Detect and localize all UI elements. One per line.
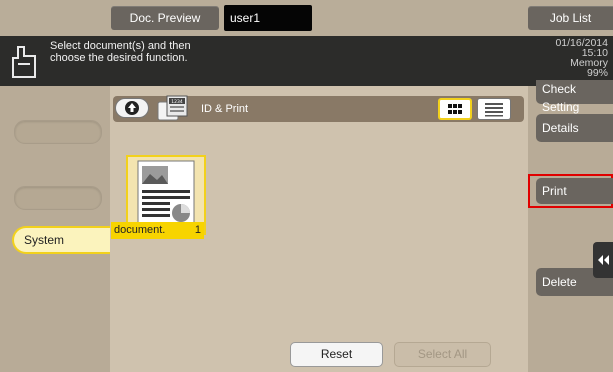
print-button-highlight[interactable]: Print xyxy=(528,174,613,208)
up-folder-button[interactable] xyxy=(115,98,149,118)
select-all-button: Select All xyxy=(394,342,491,367)
user-box-folder-icon: 1234 xyxy=(157,95,188,121)
status-info: 01/16/2014 15:10 Memory 99% xyxy=(555,38,608,79)
left-panel: System xyxy=(0,86,116,372)
thumbnail-view-button[interactable] xyxy=(438,98,472,120)
expand-panel-button[interactable] xyxy=(593,242,613,278)
doc-preview-button[interactable]: Doc. Preview xyxy=(111,6,219,30)
menu-item-disabled xyxy=(536,146,613,172)
menu-item-disabled-2 xyxy=(536,214,613,240)
user-name-display: user1 xyxy=(224,5,312,31)
grid-icon xyxy=(448,104,462,114)
details-button[interactable]: Details xyxy=(536,114,613,142)
instruction-text: Select document(s) and then choose the d… xyxy=(50,40,191,64)
job-list-button[interactable]: Job List xyxy=(528,6,613,30)
print-button[interactable]: Print xyxy=(536,178,613,204)
instruction-line-2: choose the desired function. xyxy=(50,52,188,64)
reset-button[interactable]: Reset xyxy=(290,342,383,367)
arrow-up-icon xyxy=(125,101,139,115)
top-bar: Doc. Preview user1 Job List xyxy=(0,0,613,36)
folder-name: ID & Print xyxy=(201,103,249,115)
left-tab-disabled-2 xyxy=(14,186,102,210)
left-tab-disabled-1 xyxy=(14,120,102,144)
double-chevron-left-icon xyxy=(598,255,609,265)
document-page-count: 1 xyxy=(194,224,201,236)
list-view-button[interactable] xyxy=(477,98,511,120)
memory-value: 99% xyxy=(586,67,608,79)
function-menu: Check Setting Details Print Delete xyxy=(528,80,613,372)
list-icon xyxy=(485,103,503,117)
document-name: document. xyxy=(114,224,166,236)
document-label[interactable]: document. 1 xyxy=(111,222,204,239)
check-setting-button[interactable]: Check Setting xyxy=(536,80,613,114)
folder-number-label: 1234 xyxy=(171,99,183,105)
folder-path-bar: 1234 ID & Print xyxy=(113,95,524,122)
instruction-line-1: Select document(s) and then xyxy=(50,40,191,52)
hand-document-icon xyxy=(12,46,36,78)
tab-system[interactable]: System xyxy=(12,226,116,254)
message-bar: Select document(s) and then choose the d… xyxy=(0,36,613,86)
document-list-panel: 1234 ID & Print document. 1 Reset Select… xyxy=(110,86,528,372)
